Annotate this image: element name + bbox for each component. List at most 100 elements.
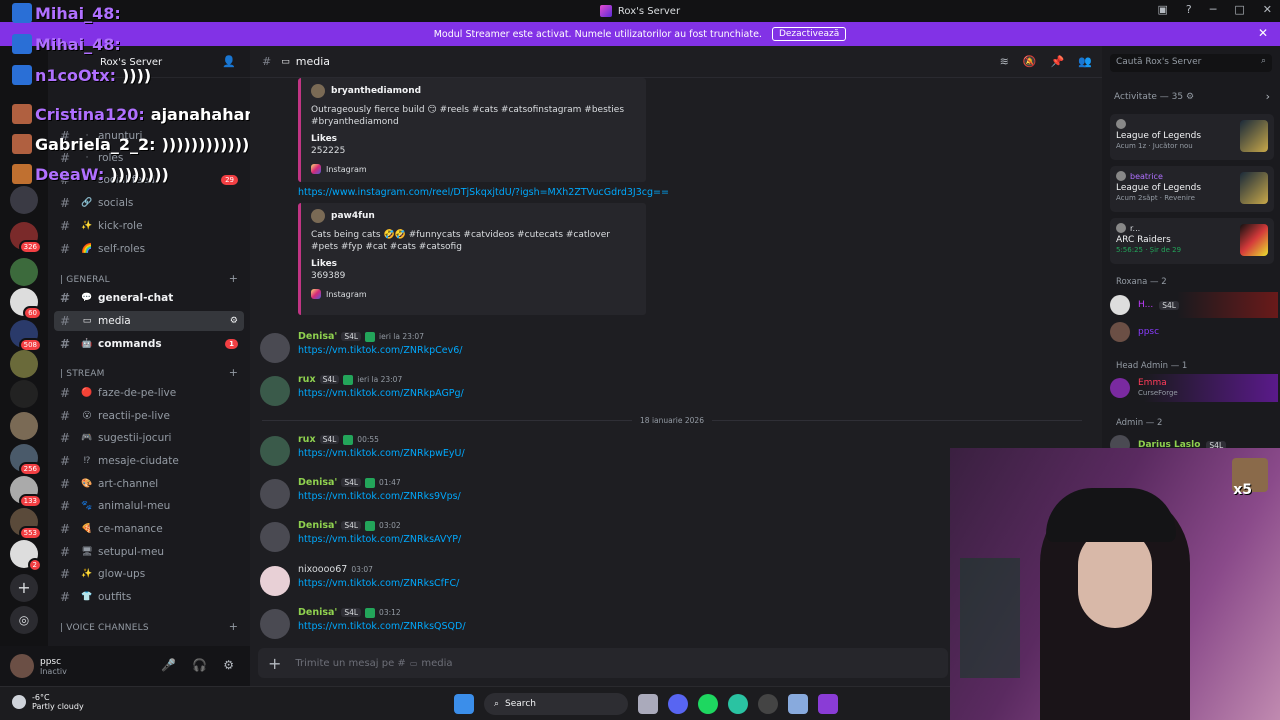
- message-author[interactable]: Denisa': [298, 331, 337, 342]
- members-icon[interactable]: 👥: [1078, 55, 1092, 68]
- avatar[interactable]: [260, 566, 290, 596]
- guild-icon[interactable]: 256: [10, 444, 42, 476]
- embed-author[interactable]: paw4fun: [331, 211, 375, 221]
- message-author[interactable]: Denisa': [298, 607, 337, 618]
- message-link[interactable]: https://vm.tiktok.com/ZNRkpCev6/: [298, 345, 462, 356]
- guild-icon[interactable]: [10, 412, 38, 440]
- channel-animalul-meu[interactable]: # 🐾 animalul-meu: [54, 496, 244, 516]
- maximize-icon[interactable]: □: [1234, 3, 1244, 16]
- help-icon[interactable]: ?: [1186, 3, 1192, 16]
- hash-icon: #: [262, 55, 272, 68]
- message-link[interactable]: https://vm.tiktok.com/ZNRkpwEyU/: [298, 448, 465, 459]
- close-window-icon[interactable]: ✕: [1263, 3, 1272, 16]
- discover-icon[interactable]: ◎: [10, 606, 38, 634]
- add-channel-icon[interactable]: +: [229, 366, 238, 379]
- category-stream[interactable]: | STREAM: [60, 369, 105, 379]
- task-view-icon[interactable]: [638, 694, 658, 714]
- channel-self-roles[interactable]: # 🌈 self-roles: [54, 239, 244, 259]
- threads-icon[interactable]: ≋: [1000, 55, 1009, 68]
- avatar[interactable]: [260, 436, 290, 466]
- add-attachment-icon[interactable]: +: [268, 654, 281, 673]
- member-item[interactable]: Emma CurseForge: [1110, 374, 1278, 402]
- headphones-icon[interactable]: 🎧: [192, 658, 207, 672]
- guild-icon[interactable]: 508: [10, 320, 42, 352]
- channel-faze-de-pe-live[interactable]: # 🔴 faze-de-pe-live: [54, 383, 244, 403]
- steam-icon[interactable]: [758, 694, 778, 714]
- settings-icon[interactable]: ⚙: [230, 316, 238, 326]
- category-general[interactable]: | GENERAL: [60, 275, 110, 285]
- guild-icon[interactable]: [10, 258, 38, 286]
- category-voice[interactable]: | VOICE CHANNELS: [60, 623, 149, 633]
- message-link[interactable]: https://vm.tiktok.com/ZNRkpAGPg/: [298, 388, 464, 399]
- channel-socials[interactable]: # 🔗 socials: [54, 193, 244, 213]
- gear-icon[interactable]: ⚙: [1186, 92, 1194, 102]
- avatar[interactable]: [260, 522, 290, 552]
- guild-icon[interactable]: [10, 350, 38, 378]
- message-author[interactable]: nixoooo67: [298, 564, 347, 575]
- message-author[interactable]: rux: [298, 434, 316, 445]
- embed-author[interactable]: bryanthediamond: [331, 86, 421, 96]
- channel-setupul-meu[interactable]: # 🖥 setupul-meu: [54, 542, 244, 562]
- discord-icon[interactable]: [668, 694, 688, 714]
- guild-icon[interactable]: 553: [10, 508, 42, 540]
- avatar[interactable]: [260, 376, 290, 406]
- app-icon[interactable]: [788, 694, 808, 714]
- channel-general-chat[interactable]: # 💬 general-chat: [54, 288, 244, 308]
- pin-icon[interactable]: 📌: [1051, 55, 1065, 68]
- channel-media[interactable]: # ▭ media ⚙: [54, 311, 244, 331]
- channel-ce-manance[interactable]: # 🍕 ce-manance: [54, 519, 244, 539]
- channel-mesaje-ciudate[interactable]: # ⁉ mesaje-ciudate: [54, 451, 244, 471]
- activity-card[interactable]: beatrice League of Legends Acum 2săpt · …: [1110, 166, 1274, 212]
- gear-icon[interactable]: ⚙: [223, 658, 234, 672]
- channel-glow-ups[interactable]: # ✨ glow-ups: [54, 564, 244, 584]
- activity-card[interactable]: League of Legends Acum 1z · Jucător nou: [1110, 114, 1274, 160]
- message-input[interactable]: + Trimite un mesaj pe # ▭ media: [258, 648, 948, 678]
- taskbar-search[interactable]: ⌕ Search: [484, 693, 628, 715]
- mute-icon[interactable]: 🔕: [1023, 55, 1037, 68]
- add-server-icon[interactable]: +: [10, 574, 38, 602]
- channel-commands[interactable]: # 🤖 commands 1: [54, 334, 244, 354]
- channel-sugestii-jocuri[interactable]: # 🎮 sugestii-jocuri: [54, 428, 244, 448]
- avatar: [311, 84, 325, 98]
- minimize-icon[interactable]: ─: [1210, 3, 1217, 16]
- chevron-right-icon[interactable]: ›: [1266, 90, 1270, 103]
- channel-reactii-pe-live[interactable]: # 😮 reactii-pe-live: [54, 406, 244, 426]
- search-input[interactable]: Caută Rox's Server ⌕: [1110, 54, 1272, 72]
- member-item[interactable]: H... S4L: [1110, 292, 1278, 318]
- message-link[interactable]: https://www.instagram.com/reel/DTjSkqxjt…: [298, 187, 669, 198]
- avatar[interactable]: [260, 609, 290, 639]
- message-link[interactable]: https://vm.tiktok.com/ZNRksAVYP/: [298, 534, 461, 545]
- avatar[interactable]: [260, 479, 290, 509]
- channel-kick-role[interactable]: # ✨ kick-role: [54, 216, 244, 236]
- microphone-icon[interactable]: 🎤: [161, 658, 176, 672]
- message-author[interactable]: Denisa': [298, 477, 337, 488]
- activity-card[interactable]: r... ARC Raiders 5:56:25 · Șir de 29: [1110, 218, 1274, 264]
- guild-icon[interactable]: 326: [10, 222, 42, 254]
- obs-icon[interactable]: [818, 694, 838, 714]
- add-channel-icon[interactable]: +: [229, 620, 238, 633]
- message-link[interactable]: https://vm.tiktok.com/ZNRksQSQD/: [298, 621, 466, 632]
- avatar[interactable]: [260, 333, 290, 363]
- start-icon[interactable]: [454, 694, 474, 714]
- close-banner-icon[interactable]: ✕: [1258, 26, 1268, 40]
- message-link[interactable]: https://vm.tiktok.com/ZNRks9Vps/: [298, 491, 461, 502]
- message-author[interactable]: Denisa': [298, 520, 337, 531]
- weather-widget[interactable]: -6°C Partly cloudy: [12, 693, 84, 711]
- member-item[interactable]: ppsc: [1110, 319, 1278, 345]
- disable-streamer-button[interactable]: Dezactivează: [771, 27, 847, 41]
- guild-icon[interactable]: 2: [10, 540, 42, 572]
- guild-icon[interactable]: 133: [10, 476, 42, 508]
- channel-outfits[interactable]: # 👕 outfits: [54, 587, 244, 607]
- message-author[interactable]: rux: [298, 374, 316, 385]
- guild-icon[interactable]: 60: [10, 288, 42, 320]
- inbox-icon[interactable]: ▣: [1158, 3, 1168, 16]
- channel-art-channel[interactable]: # 🎨 art-channel: [54, 474, 244, 494]
- guild-icon[interactable]: [10, 186, 38, 214]
- spotify-icon[interactable]: [698, 694, 718, 714]
- activity-header[interactable]: Activitate — 35 ⚙: [1114, 92, 1194, 102]
- add-channel-icon[interactable]: +: [229, 272, 238, 285]
- guild-icon[interactable]: [10, 380, 38, 408]
- message-link[interactable]: https://vm.tiktok.com/ZNRksCfFC/: [298, 578, 459, 589]
- edge-icon[interactable]: [728, 694, 748, 714]
- avatar[interactable]: [10, 654, 34, 678]
